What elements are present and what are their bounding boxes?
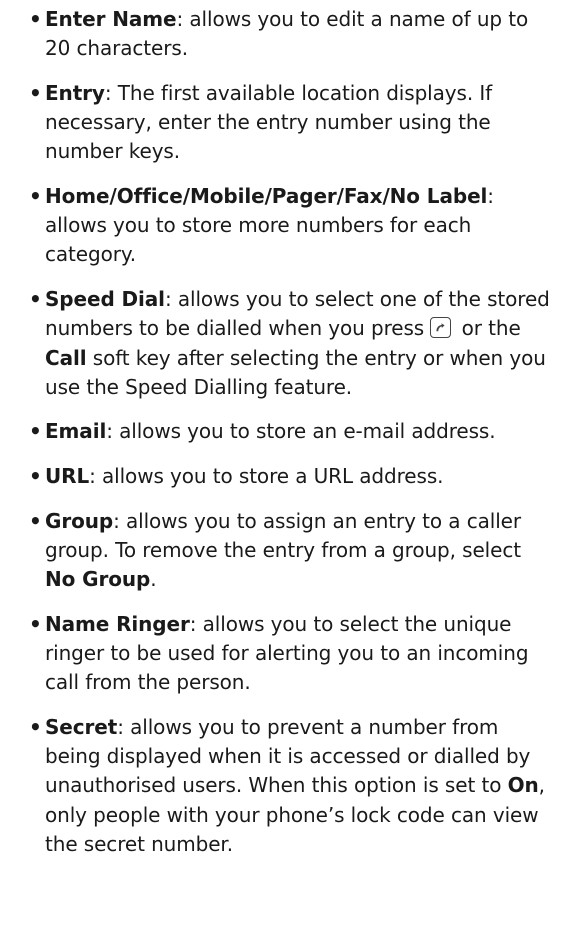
- bullet: •: [29, 464, 42, 489]
- option-term: Group: [45, 508, 114, 533]
- option-secret: • Secret: allows you to prevent a number…: [29, 713, 554, 859]
- call-soft-key-label: Call: [45, 345, 87, 370]
- option-entry: • Entry: The first available location di…: [29, 79, 554, 167]
- option-term: URL: [45, 464, 90, 489]
- option-term: Home/Office/Mobile/Pager/Fax/No Label: [45, 184, 488, 209]
- call-key-icon: [430, 317, 452, 339]
- bullet: •: [29, 7, 42, 31]
- no-group-label: No Group: [45, 567, 151, 592]
- option-term: Name Ringer: [45, 611, 190, 636]
- bullet: •: [29, 715, 42, 740]
- option-speed-dial: • Speed Dial: allows you to select one o…: [29, 285, 554, 402]
- bullet: •: [29, 611, 42, 636]
- option-url: • URL: allows you to store a URL address…: [29, 462, 554, 491]
- bullet: •: [29, 184, 42, 209]
- option-description: or the: [455, 316, 521, 341]
- option-name-ringer: • Name Ringer: allows you to select the …: [29, 610, 554, 698]
- on-setting-label: On: [507, 773, 539, 798]
- option-description: soft key after selecting the entry or wh…: [45, 345, 546, 399]
- option-enter-name: • Enter Name: allows you to edit a name …: [29, 5, 554, 63]
- option-term: Entry: [45, 80, 105, 105]
- option-description: .: [150, 567, 157, 592]
- option-group: • Group: allows you to assign an entry t…: [29, 507, 554, 595]
- phonebook-option-list: • Enter Name: allows you to edit a name …: [29, 5, 554, 859]
- manual-page: • Enter Name: allows you to edit a name …: [0, 0, 574, 939]
- option-term: Email: [45, 419, 107, 444]
- option-email: • Email: allows you to store an e-mail a…: [29, 417, 554, 446]
- option-term: Enter Name: [45, 7, 177, 31]
- option-description: : The first available location displays.…: [45, 80, 493, 164]
- bullet: •: [29, 508, 42, 533]
- bullet: •: [29, 419, 42, 444]
- option-description: : allows you to store an e-mail address.: [106, 419, 496, 444]
- option-term: Secret: [45, 715, 118, 740]
- option-term: Speed Dial: [45, 287, 165, 312]
- bullet: •: [29, 80, 42, 105]
- option-number-categories: • Home/Office/Mobile/Pager/Fax/No Label:…: [29, 182, 554, 270]
- option-description: : allows you to store a URL address.: [89, 464, 444, 489]
- bullet: •: [29, 287, 42, 312]
- option-description: : allows you to assign an entry to a cal…: [45, 508, 522, 563]
- option-description: : allows you to prevent a number from be…: [45, 715, 531, 798]
